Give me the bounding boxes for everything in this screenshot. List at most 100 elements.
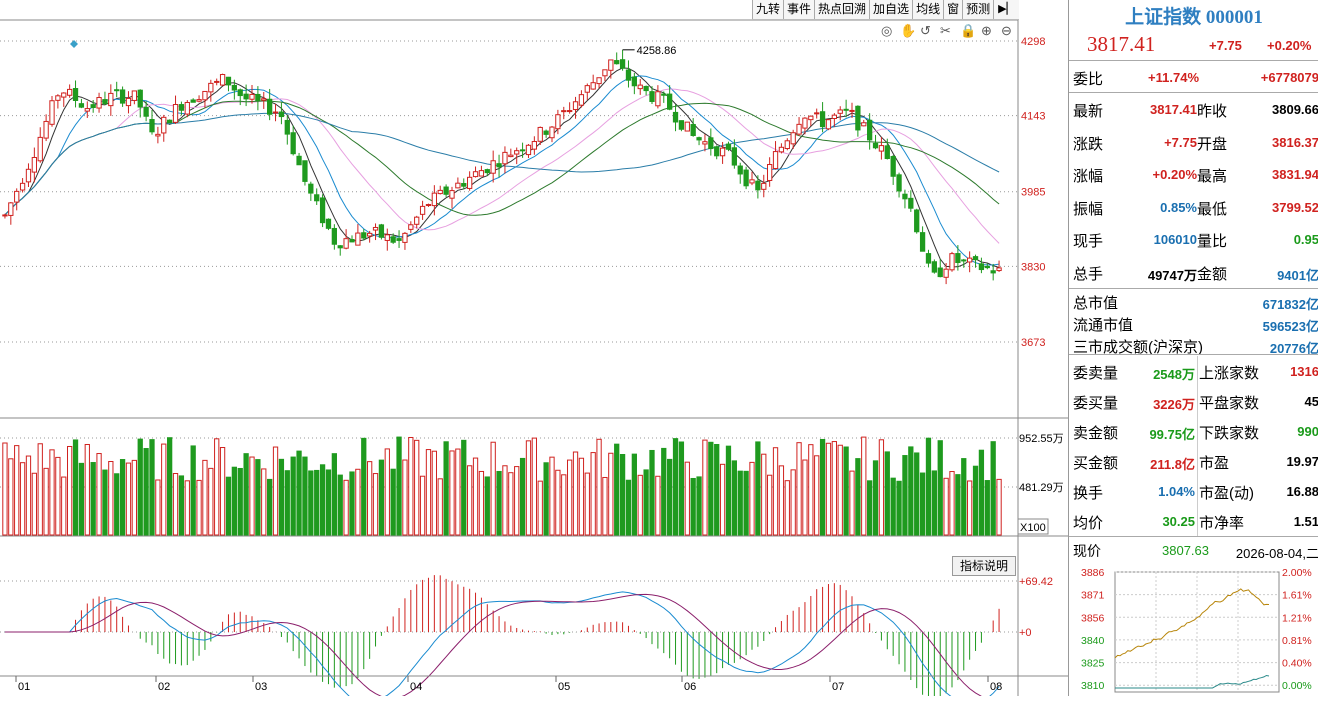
trade-value: 19.97: [1286, 454, 1318, 469]
play-end-icon[interactable]: ▶▏: [993, 0, 1019, 19]
volume-bar: [161, 443, 167, 536]
candle-body: [567, 110, 573, 113]
intraday-mini-chart[interactable]: 3886 2.00% 3871 1.61% 3856 1.21% 3840 0.81% 3825…: [1069, 560, 1318, 696]
x-tick-label: 01: [18, 681, 30, 693]
candle-body: [678, 120, 685, 130]
volume-bar: [31, 472, 37, 536]
tool-jiuzhuan-button[interactable]: 九转: [752, 0, 783, 19]
volume-bar: [761, 453, 767, 536]
candle-body: [384, 234, 390, 241]
volume-bar: [43, 467, 49, 536]
candle-body: [231, 84, 237, 91]
now-value: 3807.63: [1162, 543, 1209, 558]
volume-bar: [143, 448, 149, 536]
volume-bar: [790, 469, 796, 536]
tool-add-watch-button[interactable]: 加自选: [869, 0, 912, 19]
trade-row-0: 委卖量 2548万 上涨家数 1316: [1069, 356, 1318, 386]
candle-body: [696, 137, 702, 141]
volume-bar: [361, 437, 367, 536]
hand-icon[interactable]: ✋: [900, 23, 916, 38]
tool-forecast-button[interactable]: 预测: [962, 0, 993, 19]
candle-body: [761, 182, 767, 190]
volume-bar: [990, 441, 996, 536]
price-tick-label: 3985: [1021, 187, 1045, 199]
quote-value: 0.95: [1293, 232, 1318, 247]
volume-bar: [596, 438, 602, 536]
volume-tick-label: 952.55万: [1019, 433, 1064, 445]
volume-bar: [872, 460, 879, 536]
candle-body: [619, 59, 626, 69]
candle-body: [243, 93, 249, 100]
volume-bar: [708, 441, 714, 536]
volume-bar: [814, 455, 820, 536]
quote-value: 49747万: [1147, 267, 1197, 283]
candle-body: [119, 89, 126, 104]
tool-hotspot-button[interactable]: 热点回溯: [814, 0, 869, 19]
volume-bar: [284, 470, 290, 536]
trade-value: 211.8亿: [1150, 457, 1195, 472]
candle-body: [890, 155, 896, 177]
volume-bar: [619, 454, 626, 536]
mini-left-tick: 3871: [1081, 590, 1105, 602]
volume-bar: [14, 445, 20, 536]
candle-body: [725, 143, 732, 150]
volume-bar: [90, 462, 96, 536]
index-title: 上证指数 000001: [1125, 7, 1263, 28]
now-label: 现价: [1073, 543, 1101, 559]
candle-body: [284, 119, 290, 135]
volume-bar: [255, 459, 261, 536]
volume-bar: [249, 456, 255, 536]
price-tick-label: 4143: [1021, 111, 1045, 123]
quote-row-5: 总手 49747万 金额 9401亿: [1069, 257, 1318, 287]
candle-body: [96, 97, 102, 109]
volume-bar: [137, 438, 143, 536]
candle-body: [396, 238, 402, 241]
candle-body: [249, 93, 255, 100]
volume-bar: [837, 444, 843, 536]
candle-body: [814, 112, 820, 115]
volume-bar: [843, 446, 849, 536]
quote-value: 3831.94: [1272, 167, 1318, 182]
candle-body: [861, 122, 867, 127]
lock-icon[interactable]: 🔒: [960, 23, 976, 38]
volume-bar: [443, 441, 449, 536]
candle-body: [872, 142, 879, 149]
zoom-in-icon[interactable]: ⊕: [981, 23, 992, 38]
trade-row-5: 均价 30.25 市净率 1.51: [1069, 506, 1318, 536]
tool-ma-button[interactable]: 均线: [912, 0, 943, 19]
volume-bar: [231, 466, 237, 536]
volume-bar: [525, 440, 532, 536]
volume-bar: [796, 442, 802, 536]
zoom-out-icon[interactable]: ⊖: [1001, 23, 1012, 38]
candle-body: [519, 149, 526, 152]
tool-window-button[interactable]: 窗: [943, 0, 962, 19]
indicator-help-button[interactable]: 指标说明: [952, 556, 1016, 576]
volume-bar: [125, 462, 132, 536]
scissors-icon[interactable]: ✂: [940, 23, 951, 38]
volume-bar: [131, 459, 137, 536]
volume-unit-label: X100: [1020, 522, 1046, 534]
candle-body: [467, 176, 473, 189]
candle-body: [914, 209, 920, 233]
candle-body: [772, 151, 779, 169]
candle-body: [484, 169, 490, 174]
eye-icon[interactable]: ◎: [881, 23, 892, 38]
candle-body: [490, 160, 496, 174]
volume-bar: [190, 445, 196, 536]
quote-label: 最低: [1197, 200, 1228, 218]
volume-bar: [355, 468, 361, 536]
volume-bar: [61, 476, 67, 536]
volume-bar: [490, 441, 496, 536]
quote-label: 振幅: [1073, 200, 1104, 218]
mini-right-tick: 0.40%: [1282, 658, 1312, 670]
kline-chart-svg[interactable]: 4298 4143 3985 3830 3673 01 02 03 04 05 06 07 08 4258…: [0, 0, 1068, 701]
volume-bar: [8, 458, 14, 536]
mini-right-tick: 0.00%: [1282, 680, 1312, 692]
volume-bar: [425, 449, 432, 536]
volume-bar: [378, 459, 385, 536]
volume-bar: [484, 476, 490, 536]
kline-chart-area[interactable]: 4298 4143 3985 3830 3673 01 02 03 04 05 06 07 08 4258…: [0, 0, 1068, 701]
tool-events-button[interactable]: 事件: [783, 0, 814, 19]
undo-icon[interactable]: ↺: [920, 23, 931, 38]
volume-bar: [572, 451, 579, 536]
